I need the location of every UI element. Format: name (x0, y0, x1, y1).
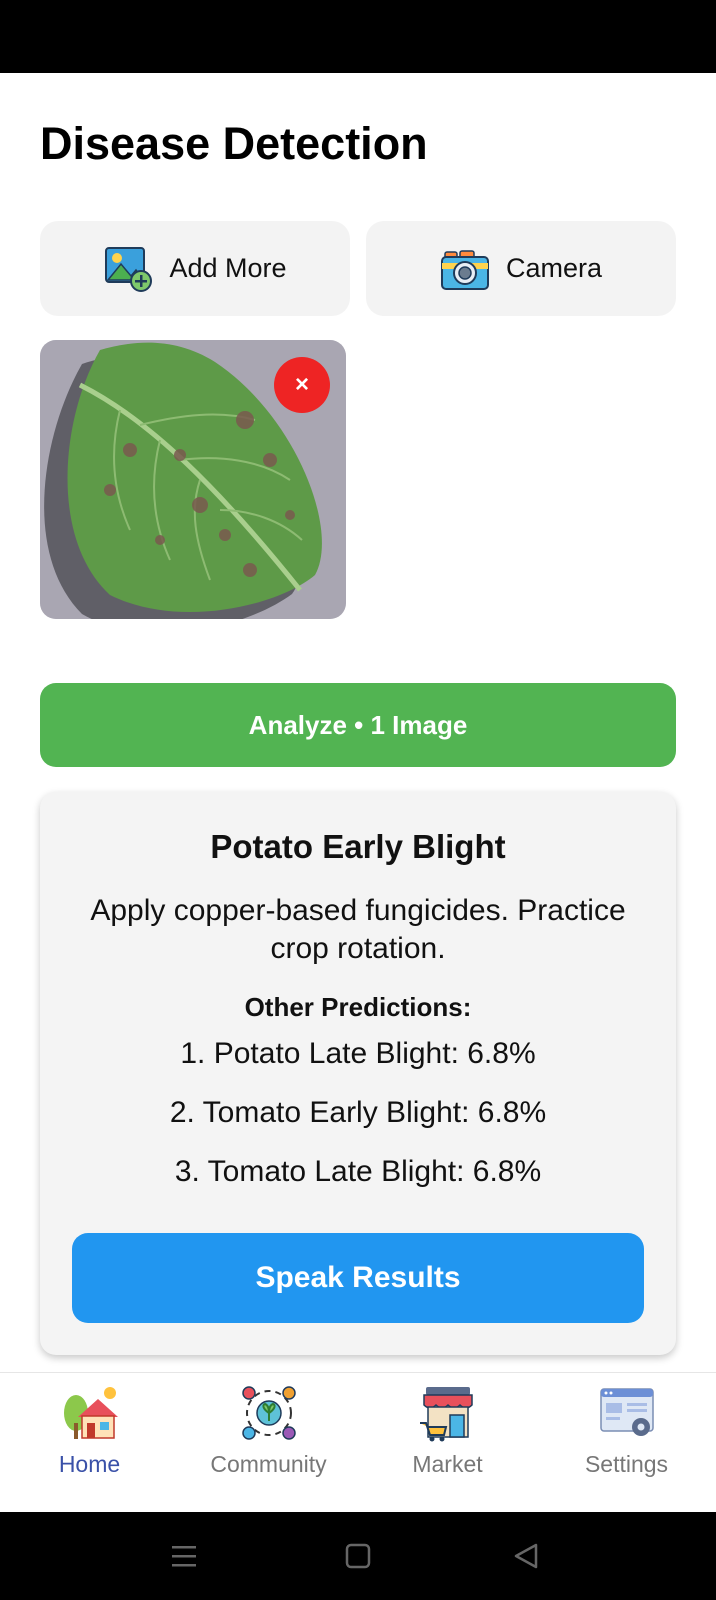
camera-icon (440, 249, 489, 290)
system-navigation-bar (0, 1512, 716, 1600)
recent-apps-icon[interactable] (166, 1538, 202, 1574)
prediction-item: 1. Potato Late Blight: 6.8% (180, 1037, 536, 1070)
add-more-label: Add More (169, 253, 287, 283)
nav-label-settings: Settings (584, 1451, 669, 1477)
remove-image-button[interactable]: × (274, 357, 330, 413)
result-advice: Apply copper-based fungicides. Practice … (90, 894, 626, 965)
prediction-item: 2. Tomato Early Blight: 6.8% (169, 1096, 547, 1129)
result-title: Potato Early Blight (210, 828, 506, 865)
add-more-button[interactable]: Add More (40, 221, 350, 316)
nav-item-community[interactable]: Community (179, 1373, 358, 1513)
nav-item-home[interactable]: Home (0, 1373, 179, 1513)
add-image-icon (105, 246, 153, 292)
analyze-button[interactable]: Analyze • 1 Image (40, 683, 676, 767)
home-nav-icon[interactable] (340, 1538, 376, 1574)
nav-label-home: Home (58, 1451, 121, 1477)
nav-label-community: Community (210, 1451, 327, 1477)
camera-button[interactable]: Camera (366, 221, 676, 316)
nav-label-market: Market (412, 1451, 483, 1477)
nav-item-settings[interactable]: Settings (537, 1373, 716, 1513)
analyze-label: Analyze • 1 Image (248, 709, 468, 740)
community-icon (241, 1386, 296, 1440)
close-icon: × (294, 371, 309, 398)
speak-results-label: Speak Results (255, 1261, 461, 1294)
result-card: Potato Early Blight Apply copper-based f… (40, 792, 676, 1355)
market-icon (419, 1387, 473, 1442)
status-bar (0, 0, 716, 73)
bottom-nav: Home Community Market Settings (0, 1372, 716, 1513)
camera-label: Camera (505, 253, 603, 283)
other-predictions-heading: Other Predictions: (244, 992, 472, 1022)
back-icon[interactable] (508, 1538, 544, 1574)
speak-results-button[interactable]: Speak Results (72, 1233, 644, 1323)
page-title: Disease Detection (40, 118, 428, 169)
prediction-item: 3. Tomato Late Blight: 6.8% (174, 1155, 542, 1188)
home-icon (63, 1387, 118, 1439)
nav-item-market[interactable]: Market (358, 1373, 537, 1513)
settings-icon (599, 1388, 654, 1436)
